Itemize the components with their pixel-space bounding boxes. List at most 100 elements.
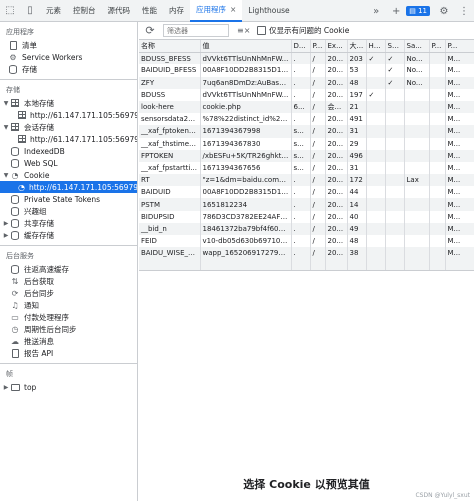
table-cell (429, 88, 446, 101)
sidebar-item-indexeddb[interactable]: IndexedDB (0, 145, 137, 157)
chevron-right-icon[interactable]: ▶ (2, 232, 10, 239)
table-row[interactable]: BDUSS_BFESS dVVkt6TTlsUnNhMnFW..../20... 2… (139, 52, 474, 65)
table-cell: 1651812234 (200, 198, 292, 211)
column-header[interactable]: Se... (385, 40, 405, 53)
sidebar-item-frame-top[interactable]: ▶ top (0, 381, 137, 393)
table-cell (385, 149, 405, 162)
table-row[interactable]: BIDUPSID 786D3CD3782EE24AF8..../20... 40 M.… (139, 210, 474, 223)
sidebar-item-notifications[interactable]: ♫ 通知 (0, 299, 137, 311)
table-cell: 20... (325, 235, 348, 248)
sidebar-item-local-storage[interactable]: ▼ 本地存储 (0, 97, 137, 109)
more-tabs-icon[interactable]: » (366, 0, 386, 22)
only-issues-label: 仅显示有问题的 Cookie (269, 26, 350, 35)
tab-memory[interactable]: 内存 (163, 0, 190, 22)
sidebar-item-cookie[interactable]: ▼ ◔ Cookie (0, 169, 137, 181)
sidebar-item-manifest[interactable]: 清单 (0, 39, 137, 51)
table-cell: / (310, 235, 326, 248)
chevron-down-icon[interactable]: ▼ (2, 172, 10, 179)
only-issues-checkbox[interactable] (257, 26, 266, 35)
close-icon[interactable]: × (230, 5, 236, 14)
table-row[interactable]: FPTOKEN/xbESFu+5K/TR26ghktV1... s.../20..… (139, 149, 474, 162)
sidebar-item-bfcache[interactable]: 往返高速缓存 (0, 263, 137, 275)
table-row[interactable]: __xaf_thstime_... 1671394367830 s.../20...… (139, 137, 474, 150)
column-header[interactable]: D... (291, 40, 311, 53)
table-row[interactable]: BAIDUID_BFESS 00A8F10DD2B8315D15..../20..… (139, 64, 474, 77)
table-row[interactable]: BDUSS dVVkt6TTlsUnNhMnFW..../20... 197 ✓ M..… (139, 88, 474, 101)
tab-console[interactable]: 控制台 (67, 0, 102, 22)
sidebar-item-background-fetch[interactable]: ⇅ 后台获取 (0, 275, 137, 287)
table-row[interactable]: RT "z=1&dm=baidu.com&si..../20... 172 Lax M.… (139, 174, 474, 187)
table-row[interactable]: FEID v10-db05d630b6971000..../20... 48 M... (139, 235, 474, 248)
tab-elements[interactable]: 元素 (40, 0, 67, 22)
sidebar-item-label: Cookie (24, 170, 50, 180)
sidebar-item-label: top (24, 382, 37, 392)
table-cell: M... (445, 52, 474, 65)
add-tab-icon[interactable]: + (386, 0, 406, 22)
sidebar-item-push-messaging[interactable]: ☁ 推送消息 (0, 335, 137, 347)
table-cell (366, 161, 386, 175)
column-header[interactable]: 值 (200, 40, 292, 53)
sidebar-item-payment-handler[interactable]: ▭ 付款处理程序 (0, 311, 137, 323)
table-row[interactable]: __xaf_fpstartti... 1671394367656 s.../20..… (139, 161, 474, 175)
sidebar-item-periodic-sync[interactable]: ◷ 周期性后台同步 (0, 323, 137, 335)
chevron-down-icon[interactable]: ▼ (2, 100, 10, 107)
chevron-down-icon[interactable]: ▼ (2, 124, 10, 131)
table-cell: /xbESFu+5K/TR26ghktV1... (200, 149, 292, 162)
tab-lighthouse[interactable]: Lighthouse (242, 0, 295, 22)
chevron-right-icon[interactable]: ▶ (2, 384, 10, 391)
column-header[interactable]: Ht... (366, 40, 386, 53)
tab-sources[interactable]: 源代码 (102, 0, 137, 22)
sidebar-item-session-storage-origin[interactable]: http://61.147.171.105:56979 (0, 133, 137, 145)
column-header[interactable]: P... (310, 40, 326, 53)
column-header[interactable]: P... (429, 40, 446, 53)
kebab-menu-icon[interactable]: ⋮ (454, 0, 474, 22)
empty-row (139, 259, 474, 270)
tab-performance[interactable]: 性能 (136, 0, 163, 22)
sidebar-item-cookie-origin[interactable]: ◔ http://61.147.171.105:56979 (0, 181, 137, 193)
column-header[interactable]: 大... (347, 40, 367, 53)
sidebar-item-shared-storage[interactable]: ▶ 共享存储 (0, 217, 137, 229)
sidebar-item-private-state-tokens[interactable]: Private State Tokens (0, 193, 137, 205)
table-row[interactable]: BAIDU_WISE_U... wapp_1652069172794_377./2… (139, 247, 474, 260)
sidebar-item-cache-storage[interactable]: ▶ 缓存存储 (0, 229, 137, 241)
table-row[interactable]: BAIDUID 00A8F10DD2B8315D15..../20... 44 M..… (139, 186, 474, 199)
sidebar-item-label: 推送消息 (24, 336, 54, 346)
table-row[interactable]: look-here cookie.php 6... / 会... 21 M... (139, 100, 474, 114)
table-row[interactable]: ZFY 7uq6an8DmDz:AuBasaF..../20... 48 ✓ No...… (139, 76, 474, 89)
table-cell (385, 125, 405, 138)
refresh-icon[interactable]: ⟳ (143, 24, 157, 38)
device-toolbar-icon[interactable]: ▯ (20, 0, 40, 22)
sidebar-item-local-storage-origin[interactable]: http://61.147.171.105:56979 (0, 109, 137, 121)
tab-application[interactable]: 应用程序 × (190, 0, 243, 22)
table-row[interactable]: __bid_n 18461372ba79bf4f602..../20... 49 M.… (139, 222, 474, 235)
filter-input[interactable] (163, 24, 229, 37)
table-row[interactable]: sensorsdata20... %78%22distinct_id%22%...… (139, 113, 474, 126)
sidebar-item-service-workers[interactable]: ⚙ Service Workers (0, 51, 137, 63)
sidebar-item-session-storage[interactable]: ▼ 会话存储 (0, 121, 137, 133)
column-header[interactable]: 名称 (139, 40, 201, 53)
database-icon (10, 146, 20, 156)
gear-icon[interactable]: ⚙ (434, 0, 454, 22)
column-header[interactable]: Sa... (404, 40, 430, 53)
chevron-right-icon[interactable]: ▶ (2, 220, 10, 227)
table-cell: 20... (325, 113, 348, 126)
table-row[interactable]: __xaf_fptokenti... 1671394367998 s.../20..… (139, 125, 474, 138)
grid-icon (18, 110, 26, 120)
sidebar-item-storage[interactable]: 存储 (0, 63, 137, 75)
table-cell: ✓ (385, 52, 405, 65)
clear-all-icon[interactable]: ≡× (237, 26, 253, 35)
grid-icon (10, 98, 20, 108)
table-cell: 20... (325, 247, 348, 260)
sidebar-item-interest-groups[interactable]: 兴趣组 (0, 205, 137, 217)
sidebar-item-reporting-api[interactable]: 报告 API (0, 347, 137, 359)
table-cell (404, 259, 430, 270)
issues-badge[interactable]: ▤ 11 (406, 6, 430, 16)
table-row[interactable]: PSTM 1651812234./20... 14 M... (139, 198, 474, 211)
table-cell (366, 247, 386, 260)
table-cell: 20... (325, 64, 348, 77)
column-header[interactable]: P... (445, 40, 474, 53)
sidebar-item-websql[interactable]: Web SQL (0, 157, 137, 169)
inspect-element-icon[interactable]: ⬚ (0, 0, 20, 22)
sidebar-item-background-sync[interactable]: ⟳ 后台同步 (0, 287, 137, 299)
column-header[interactable]: Ex... (325, 40, 348, 53)
